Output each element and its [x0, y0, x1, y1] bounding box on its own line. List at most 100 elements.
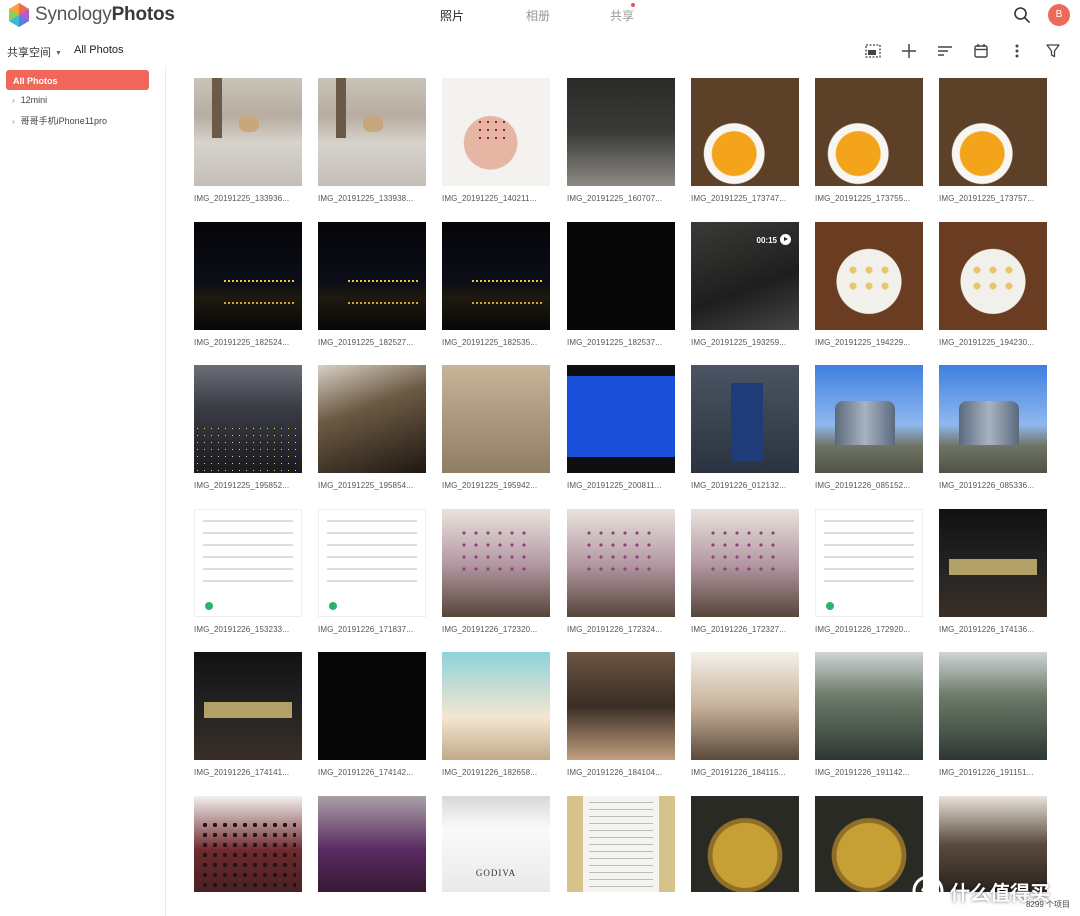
calendar-icon[interactable]: [970, 40, 992, 62]
photo-item[interactable]: GODIVA: [442, 796, 550, 892]
photo-thumbnail[interactable]: [939, 78, 1047, 186]
photo-thumbnail[interactable]: [815, 222, 923, 330]
photo-thumbnail[interactable]: [815, 509, 923, 617]
photo-thumbnail[interactable]: [691, 78, 799, 186]
photo-thumbnail[interactable]: [194, 78, 302, 186]
photo-item[interactable]: IMG_20191225_173757...: [939, 78, 1047, 203]
photo-thumbnail[interactable]: [691, 365, 799, 473]
photo-thumbnail[interactable]: [691, 652, 799, 760]
sidebar-item-label: 12mini: [20, 95, 48, 105]
photo-item[interactable]: IMG_20191226_184115...: [691, 652, 799, 777]
photo-item[interactable]: IMG_20191225_182537...: [567, 222, 675, 347]
photo-thumbnail[interactable]: [939, 365, 1047, 473]
tab-photos[interactable]: 照片: [440, 7, 464, 24]
photo-item[interactable]: IMG_20191226_191151...: [939, 652, 1047, 777]
photo-thumbnail[interactable]: [194, 365, 302, 473]
photo-item[interactable]: IMG_20191225_182535...: [442, 222, 550, 347]
photo-thumbnail[interactable]: GODIVA: [442, 796, 550, 892]
photo-item[interactable]: IMG_20191226_172320...: [442, 509, 550, 634]
photo-thumbnail[interactable]: [691, 796, 799, 892]
photo-item[interactable]: [318, 796, 426, 892]
photo-item[interactable]: IMG_20191226_174142...: [318, 652, 426, 777]
photo-item[interactable]: 00:15 IMG_20191225_193259...: [691, 222, 799, 347]
photo-thumbnail[interactable]: [318, 652, 426, 760]
photo-item[interactable]: [567, 796, 675, 892]
photo-item[interactable]: IMG_20191225_182527...: [318, 222, 426, 347]
photo-item[interactable]: IMG_20191225_140211...: [442, 78, 550, 203]
photo-item[interactable]: IMG_20191225_182524...: [194, 222, 302, 347]
photo-thumbnail[interactable]: [194, 509, 302, 617]
photo-thumbnail[interactable]: [318, 222, 426, 330]
search-icon[interactable]: [1012, 5, 1032, 25]
photo-thumbnail[interactable]: [442, 509, 550, 617]
filter-icon[interactable]: [1042, 40, 1064, 62]
photo-item[interactable]: [691, 796, 799, 892]
photo-thumbnail[interactable]: [939, 652, 1047, 760]
sort-icon[interactable]: [934, 40, 956, 62]
photo-thumbnail[interactable]: [567, 365, 675, 473]
photo-item[interactable]: IMG_20191225_195854...: [318, 365, 426, 490]
photo-thumbnail[interactable]: [567, 796, 675, 892]
photo-item[interactable]: IMG_20191225_173755...: [815, 78, 923, 203]
photo-item[interactable]: IMG_20191226_085336...: [939, 365, 1047, 490]
photo-item[interactable]: IMG_20191225_133938...: [318, 78, 426, 203]
photo-thumbnail[interactable]: [815, 365, 923, 473]
photo-thumbnail[interactable]: [442, 652, 550, 760]
photo-thumbnail[interactable]: [318, 796, 426, 892]
photo-item[interactable]: IMG_20191226_172324...: [567, 509, 675, 634]
tab-albums[interactable]: 相册: [526, 7, 550, 24]
photo-thumbnail[interactable]: [815, 796, 923, 892]
photo-item[interactable]: IMG_20191225_200811...: [567, 365, 675, 490]
sidebar-item-iphone11pro[interactable]: › 哥哥手机iPhone11pro: [12, 114, 107, 127]
photo-item[interactable]: IMG_20191226_085152...: [815, 365, 923, 490]
photo-item[interactable]: IMG_20191225_194229...: [815, 222, 923, 347]
photo-item[interactable]: IMG_20191226_153233...: [194, 509, 302, 634]
video-thumbnail[interactable]: 00:15: [691, 222, 799, 330]
photo-thumbnail[interactable]: [939, 509, 1047, 617]
photo-thumbnail[interactable]: [567, 78, 675, 186]
more-icon[interactable]: [1006, 40, 1028, 62]
photo-thumbnail[interactable]: [318, 509, 426, 617]
photo-thumbnail[interactable]: [318, 365, 426, 473]
photo-item[interactable]: IMG_20191225_195942...: [442, 365, 550, 490]
photo-item[interactable]: IMG_20191225_195852...: [194, 365, 302, 490]
photo-item[interactable]: IMG_20191225_173747...: [691, 78, 799, 203]
sidebar-item-12mini[interactable]: › 12mini: [12, 95, 47, 105]
photo-thumbnail[interactable]: [691, 509, 799, 617]
photo-item[interactable]: [194, 796, 302, 892]
photo-item[interactable]: IMG_20191226_174136...: [939, 509, 1047, 634]
photo-thumbnail[interactable]: [442, 222, 550, 330]
photo-item[interactable]: IMG_20191226_191142...: [815, 652, 923, 777]
photo-item[interactable]: IMG_20191226_184104...: [567, 652, 675, 777]
photo-thumbnail[interactable]: [939, 222, 1047, 330]
select-icon[interactable]: [862, 40, 884, 62]
add-icon[interactable]: [898, 40, 920, 62]
photo-item[interactable]: IMG_20191225_194230...: [939, 222, 1047, 347]
photo-thumbnail[interactable]: [194, 796, 302, 892]
top-bar: SynologyPhotos 照片 相册 共享 B: [0, 0, 1080, 30]
photo-item[interactable]: IMG_20191225_133936...: [194, 78, 302, 203]
photo-thumbnail[interactable]: [194, 652, 302, 760]
photo-thumbnail[interactable]: [442, 365, 550, 473]
photo-thumbnail[interactable]: [567, 222, 675, 330]
photo-thumbnail[interactable]: [815, 652, 923, 760]
photo-item[interactable]: [815, 796, 923, 892]
photo-item[interactable]: IMG_20191226_174141...: [194, 652, 302, 777]
photo-thumbnail[interactable]: [194, 222, 302, 330]
photo-item[interactable]: IMG_20191226_172327...: [691, 509, 799, 634]
photo-thumbnail[interactable]: [567, 509, 675, 617]
user-avatar[interactable]: B: [1048, 4, 1070, 26]
photo-item[interactable]: IMG_20191226_172920...: [815, 509, 923, 634]
photo-thumbnail[interactable]: [567, 652, 675, 760]
photo-thumbnail[interactable]: [318, 78, 426, 186]
space-selector[interactable]: 共享空间 ▼: [7, 44, 62, 60]
photo-thumbnail[interactable]: [815, 78, 923, 186]
photo-item[interactable]: IMG_20191226_012132...: [691, 365, 799, 490]
photo-item[interactable]: IMG_20191226_182658...: [442, 652, 550, 777]
tab-sharing[interactable]: 共享: [610, 7, 634, 24]
photo-item[interactable]: IMG_20191225_160707...: [567, 78, 675, 203]
sidebar-item-all-photos[interactable]: All Photos: [6, 70, 149, 90]
photo-item[interactable]: IMG_20191226_171837...: [318, 509, 426, 634]
photo-filename: IMG_20191225_194229...: [815, 338, 911, 347]
photo-thumbnail[interactable]: [442, 78, 550, 186]
